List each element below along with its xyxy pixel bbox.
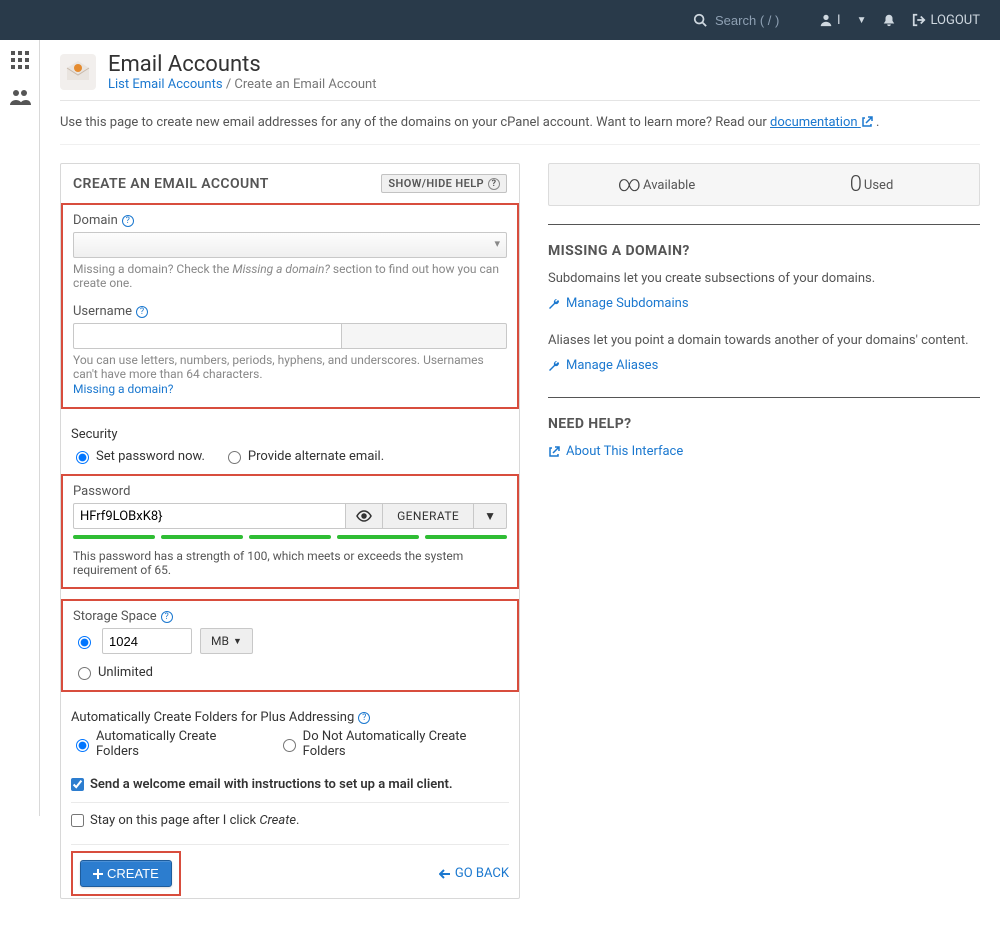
breadcrumb-current: Create an Email Account <box>234 77 376 92</box>
missing-domain-block: MISSING A DOMAIN? Subdomains let you cre… <box>548 243 980 311</box>
domain-hint: Missing a domain? Check the Missing a do… <box>73 262 507 290</box>
aside: ∞Available 0Used MISSING A DOMAIN? Subdo… <box>548 163 980 899</box>
breadcrumb: List Email Accounts / Create an Email Ac… <box>108 77 376 92</box>
plus-addr-heading: Automatically Create Folders for Plus Ad… <box>71 710 354 725</box>
bell-icon[interactable] <box>882 13 896 27</box>
manage-subdomains-link[interactable]: Manage Subdomains <box>548 296 980 311</box>
help-icon[interactable]: ? <box>122 215 134 227</box>
domain-label: Domain <box>73 213 118 228</box>
welcome-email-label: Send a welcome email with instructions t… <box>90 777 453 792</box>
storage-label: Storage Space <box>73 609 157 624</box>
domain-select[interactable] <box>73 232 507 258</box>
infinity-icon: ∞ <box>618 172 641 197</box>
welcome-email-checkbox[interactable] <box>71 778 84 791</box>
external-link-icon <box>548 446 560 458</box>
storage-unit-button[interactable]: MB▼ <box>200 628 253 654</box>
radio-unlimited[interactable]: Unlimited <box>73 664 153 680</box>
radio-set-password[interactable]: Set password now. <box>71 448 205 464</box>
username-hint: You can use letters, numbers, periods, h… <box>73 353 507 381</box>
help-icon[interactable]: ? <box>161 611 173 623</box>
generate-password-button[interactable]: GENERATE <box>383 503 474 529</box>
generate-options-button[interactable]: ▼ <box>474 503 507 529</box>
domain-username-group: Domain? Missing a domain? Check the Miss… <box>61 203 519 409</box>
page-head: Email Accounts List Email Accounts / Cre… <box>60 52 980 92</box>
arrow-left-icon <box>439 868 451 880</box>
plus-icon <box>93 869 103 879</box>
user-icon <box>819 13 833 27</box>
user-label: I <box>837 13 841 28</box>
radio-auto-folders[interactable]: Automatically Create Folders <box>71 729 260 759</box>
plus-addressing-section: Automatically Create Folders for Plus Ad… <box>61 702 519 838</box>
radio-no-auto-folders[interactable]: Do Not Automatically Create Folders <box>278 729 509 759</box>
security-heading: Security <box>71 427 509 442</box>
external-link-icon <box>861 116 873 128</box>
username-input[interactable] <box>73 323 342 349</box>
users-icon[interactable] <box>9 88 31 106</box>
stats-box: ∞Available 0Used <box>548 163 980 206</box>
password-group: Password GENERATE ▼ This password has a … <box>61 474 519 589</box>
about-interface-link[interactable]: About This Interface <box>548 444 980 459</box>
logout-icon <box>912 13 926 27</box>
breadcrumb-link[interactable]: List Email Accounts <box>108 77 223 92</box>
radio-alt-email[interactable]: Provide alternate email. <box>223 448 384 464</box>
password-strength-msg: This password has a strength of 100, whi… <box>73 549 507 577</box>
page-title: Email Accounts <box>108 52 376 77</box>
wrench-icon <box>548 360 560 372</box>
password-input[interactable] <box>73 503 346 529</box>
wrench-icon <box>548 298 560 310</box>
storage-input[interactable] <box>102 628 192 654</box>
password-label: Password <box>73 484 507 499</box>
missing-domain-link[interactable]: Missing a domain? <box>73 382 173 396</box>
email-icon <box>60 54 96 90</box>
help-icon[interactable]: ? <box>358 712 370 724</box>
used-stat: 0Used <box>764 172 979 197</box>
manage-aliases-link[interactable]: Manage Aliases <box>548 358 980 373</box>
user-caret-icon[interactable]: ▼ <box>857 15 867 26</box>
aliases-text: Aliases let you point a domain towards a… <box>548 333 980 348</box>
stay-on-page-label: Stay on this page after I click Create. <box>90 813 299 828</box>
username-domain-suffix <box>342 323 507 349</box>
show-hide-help-button[interactable]: SHOW/HIDE HELP ? <box>381 174 507 193</box>
search-input[interactable] <box>713 12 803 29</box>
logout-button[interactable]: LOGOUT <box>912 13 980 28</box>
storage-group: Storage Space? MB▼ Unlimited <box>61 599 519 692</box>
need-help-block: NEED HELP? About This Interface <box>548 416 980 459</box>
radio-storage-limited[interactable]: MB▼ <box>73 628 253 654</box>
go-back-button[interactable]: GO BACK <box>439 866 509 881</box>
apps-grid-icon[interactable] <box>10 50 30 70</box>
create-button[interactable]: CREATE <box>80 860 172 887</box>
search-icon <box>693 13 707 27</box>
create-email-panel: CREATE AN EMAIL ACCOUNT SHOW/HIDE HELP ?… <box>60 163 520 899</box>
reveal-password-button[interactable] <box>346 503 383 529</box>
page-description: Use this page to create new email addres… <box>60 100 980 145</box>
panel-heading: CREATE AN EMAIL ACCOUNT <box>73 176 269 192</box>
subdomains-text: Subdomains let you create subsections of… <box>548 271 980 286</box>
username-label: Username <box>73 304 132 319</box>
page-content: Email Accounts List Email Accounts / Cre… <box>40 40 1000 939</box>
documentation-link[interactable]: documentation <box>770 115 873 130</box>
missing-domain-heading: MISSING A DOMAIN? <box>548 243 980 259</box>
create-outline: CREATE <box>71 851 181 896</box>
aliases-block: Aliases let you point a domain towards a… <box>548 333 980 373</box>
eye-icon <box>356 510 372 522</box>
user-menu[interactable]: I <box>819 13 841 28</box>
left-rail <box>0 40 40 816</box>
need-help-heading: NEED HELP? <box>548 416 980 432</box>
help-icon[interactable]: ? <box>136 306 148 318</box>
logout-label: LOGOUT <box>930 13 980 28</box>
password-strength-meter <box>73 535 507 539</box>
search-wrap <box>693 12 803 29</box>
available-stat: ∞Available <box>549 172 764 197</box>
help-icon: ? <box>488 178 500 190</box>
security-section: Security Set password now. Provide alter… <box>61 419 519 474</box>
panel-footer: CREATE GO BACK <box>61 851 519 898</box>
top-bar: I ▼ LOGOUT <box>0 0 1000 40</box>
